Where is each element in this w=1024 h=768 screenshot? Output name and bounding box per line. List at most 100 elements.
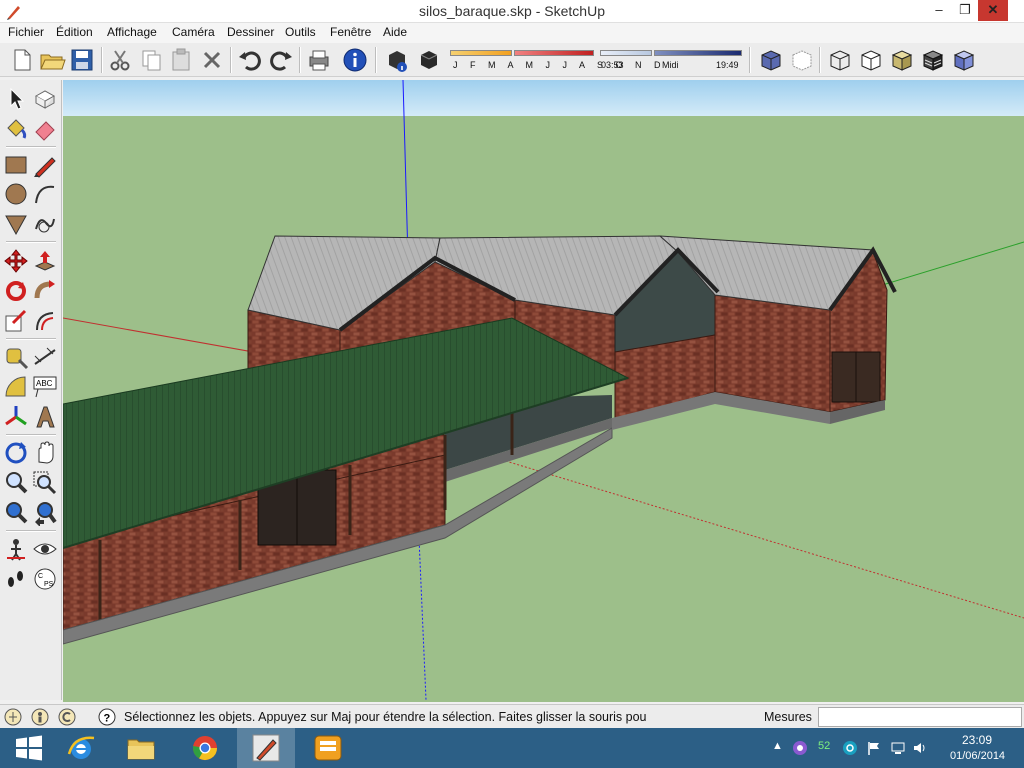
- shadow-settings-button[interactable]: [383, 46, 411, 74]
- help-icon: ?: [98, 708, 116, 726]
- eye-icon: [33, 543, 57, 555]
- taskbar-app[interactable]: [299, 728, 357, 768]
- section-plane-tool[interactable]: C PS: [32, 566, 58, 592]
- zoom-window-tool[interactable]: [32, 470, 58, 496]
- make-component-tool[interactable]: [32, 86, 58, 112]
- menu-edition[interactable]: Édition: [56, 25, 93, 39]
- look-around-tool[interactable]: [32, 536, 58, 562]
- copy-button[interactable]: [137, 46, 165, 74]
- help-button[interactable]: ?: [98, 708, 116, 726]
- new-file-button[interactable]: [8, 46, 36, 74]
- select-tool[interactable]: [3, 86, 29, 112]
- back-edges-button[interactable]: [788, 46, 816, 74]
- restore-button[interactable]: ❐: [950, 0, 980, 21]
- status-bar: ? Sélectionnez les objets. Appuyez sur M…: [0, 704, 1024, 728]
- measurements-input[interactable]: [818, 707, 1022, 727]
- previous-view-tool[interactable]: [32, 500, 58, 527]
- follow-me-icon: [34, 280, 55, 299]
- toolbar-separator: [819, 47, 821, 73]
- taskbar-file-explorer[interactable]: [112, 728, 170, 768]
- status-message: Sélectionnez les objets. Appuyez sur Maj…: [124, 710, 647, 724]
- rotate-tool[interactable]: [3, 278, 29, 304]
- rectangle-tool[interactable]: [3, 152, 29, 178]
- menu-fichier[interactable]: Fichier: [8, 25, 44, 39]
- tray-sync-icon[interactable]: [842, 740, 858, 756]
- text-tool[interactable]: ABC: [32, 374, 58, 400]
- toolbar-separator: [375, 47, 377, 73]
- line-tool[interactable]: [32, 152, 58, 178]
- arc-tool[interactable]: [32, 181, 58, 207]
- print-button[interactable]: [305, 46, 333, 74]
- walk-tool[interactable]: [3, 566, 29, 592]
- sign-in-button[interactable]: [58, 708, 76, 726]
- menu-outils[interactable]: Outils: [285, 25, 316, 39]
- tray-app-icon[interactable]: [792, 740, 808, 756]
- orbit-tool[interactable]: [3, 440, 29, 466]
- printer-icon: [309, 50, 329, 71]
- tray-network-icon[interactable]: [890, 740, 906, 756]
- polygon-tool[interactable]: [3, 211, 29, 237]
- xray-button[interactable]: [757, 46, 785, 74]
- erase-button[interactable]: [198, 46, 226, 74]
- menu-camera[interactable]: Caméra: [172, 25, 215, 39]
- geolocation-button[interactable]: [4, 708, 22, 726]
- pan-tool[interactable]: [32, 440, 58, 466]
- axes-tool[interactable]: [3, 404, 29, 430]
- clock-time[interactable]: 23:09: [962, 733, 992, 747]
- wireframe-button[interactable]: [826, 46, 854, 74]
- position-camera-tool[interactable]: [3, 536, 29, 562]
- eraser-tool[interactable]: [32, 116, 58, 142]
- start-button[interactable]: [0, 728, 58, 768]
- tape-measure-tool[interactable]: [3, 344, 29, 370]
- clock-date[interactable]: 01/06/2014: [950, 750, 1005, 762]
- zoom-tool[interactable]: [3, 470, 29, 496]
- model-info-button[interactable]: [341, 46, 369, 74]
- zoom-extents-tool[interactable]: [3, 500, 29, 526]
- follow-me-tool[interactable]: [32, 278, 58, 304]
- time-slider-track-right: [654, 50, 742, 56]
- wireframe-cube-icon: [830, 50, 850, 71]
- new-file-icon: [14, 49, 31, 71]
- toolbar-separator: [230, 47, 232, 73]
- 3d-text-tool[interactable]: [32, 404, 58, 430]
- menu-affichage[interactable]: Affichage: [107, 25, 157, 39]
- credits-button[interactable]: [31, 708, 49, 726]
- 3d-viewport[interactable]: [63, 80, 1024, 702]
- open-file-button[interactable]: [38, 46, 66, 74]
- dimension-tool[interactable]: [32, 344, 58, 370]
- shaded-button[interactable]: [888, 46, 916, 74]
- monochrome-button[interactable]: [950, 46, 978, 74]
- save-button[interactable]: [68, 46, 96, 74]
- taskbar-sketchup[interactable]: [237, 728, 295, 768]
- redo-button[interactable]: [267, 46, 295, 74]
- paste-button[interactable]: [167, 46, 195, 74]
- hidden-line-button[interactable]: [857, 46, 885, 74]
- menu-dessiner[interactable]: Dessiner: [227, 25, 274, 39]
- circle-icon: [5, 183, 27, 205]
- toggle-shadows-button[interactable]: [415, 46, 443, 74]
- scale-tool[interactable]: [3, 308, 29, 334]
- shaded-textures-button[interactable]: [919, 46, 947, 74]
- month-slider[interactable]: J F M A M J J A S O N D: [450, 47, 661, 75]
- undo-button[interactable]: [236, 46, 264, 74]
- close-button[interactable]: ✕: [978, 0, 1008, 21]
- menu-aide[interactable]: Aide: [383, 25, 407, 39]
- taskbar-internet-explorer[interactable]: [52, 728, 110, 768]
- move-tool[interactable]: [3, 248, 29, 274]
- scene: [63, 80, 1024, 702]
- push-pull-tool[interactable]: [32, 248, 58, 274]
- tray-counter: 52: [818, 740, 831, 752]
- cut-button[interactable]: [106, 46, 134, 74]
- time-slider[interactable]: 03:53 Midi 19:49: [600, 47, 742, 75]
- offset-tool[interactable]: [32, 308, 58, 334]
- speaker-icon: [914, 743, 925, 753]
- show-hidden-icons[interactable]: ▲: [772, 740, 788, 756]
- menu-fenetre[interactable]: Fenêtre: [330, 25, 371, 39]
- taskbar-chrome[interactable]: [176, 728, 234, 768]
- tray-volume-icon[interactable]: [912, 740, 928, 756]
- circle-tool[interactable]: [3, 181, 29, 207]
- paint-bucket-tool[interactable]: [3, 116, 29, 142]
- freehand-tool[interactable]: [32, 211, 58, 237]
- protractor-tool[interactable]: [3, 374, 29, 400]
- tray-flag-icon[interactable]: [866, 740, 882, 756]
